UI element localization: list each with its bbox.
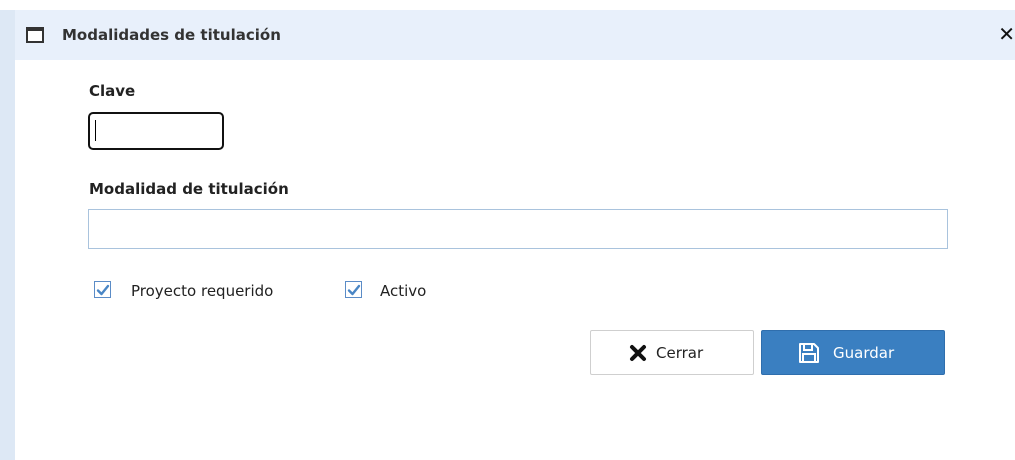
proyecto-requerido-label[interactable]: Proyecto requerido: [131, 281, 273, 301]
close-x-icon: [630, 345, 646, 361]
modalidad-input[interactable]: [88, 209, 948, 249]
cerrar-label: Cerrar: [656, 344, 704, 362]
checkmark-icon: [96, 284, 110, 296]
checkmark-icon: [347, 284, 361, 296]
dialog-titlebar: Modalidades de titulación ✕: [15, 10, 1015, 60]
cerrar-button[interactable]: Cerrar: [590, 330, 754, 375]
activo-label[interactable]: Activo: [380, 281, 426, 301]
clave-label: Clave: [89, 82, 136, 100]
window-left-edge: [0, 10, 15, 460]
activo-checkbox[interactable]: [345, 281, 362, 298]
window-icon: [26, 27, 44, 43]
dialog-title: Modalidades de titulación: [62, 26, 281, 44]
floppy-disk-icon: [799, 343, 819, 363]
modalidad-label: Modalidad de titulación: [89, 180, 289, 198]
clave-input[interactable]: [88, 112, 224, 150]
close-icon[interactable]: ✕: [998, 22, 1015, 46]
proyecto-requerido-checkbox[interactable]: [94, 281, 111, 298]
guardar-label: Guardar: [833, 344, 895, 362]
guardar-button[interactable]: Guardar: [761, 330, 945, 375]
text-caret: [95, 120, 96, 141]
